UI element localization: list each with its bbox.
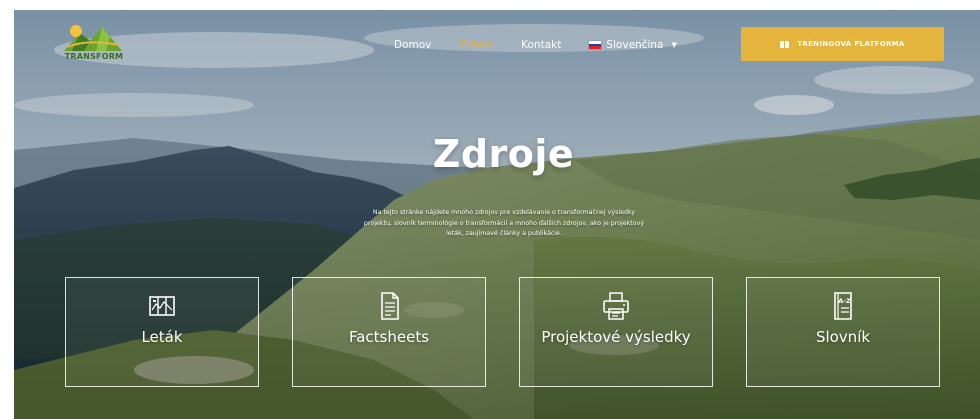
resource-card-projektove-vysledky[interactable]: Projektové výsledky bbox=[519, 277, 713, 387]
hero-description: Na tejto stránke nájdete mnoho zdrojov p… bbox=[363, 209, 645, 237]
nav-item-domov[interactable]: Domov bbox=[394, 39, 431, 51]
language-selector[interactable]: Slovenčina ▼ bbox=[589, 39, 677, 51]
brand-logo-text: TRANSFORM bbox=[64, 52, 124, 61]
printer-icon bbox=[603, 292, 629, 320]
training-platform-button[interactable]: TRÉNINGOVÁ PLATFORMA bbox=[741, 27, 944, 61]
resource-card-slovnik[interactable]: A-Z Slovník bbox=[746, 277, 940, 387]
language-label: Slovenčina bbox=[606, 39, 664, 51]
resource-card-factsheets[interactable]: Factsheets bbox=[292, 277, 486, 387]
training-platform-label: TRÉNINGOVÁ PLATFORMA bbox=[797, 40, 905, 48]
resource-card-label: Leták bbox=[141, 328, 183, 346]
brand-logo[interactable]: TRANSFORM bbox=[62, 23, 126, 65]
svg-text:A-Z: A-Z bbox=[838, 297, 851, 305]
main-navigation: Domov Zdroje Kontakt Slovenčina ▼ bbox=[394, 36, 677, 54]
resource-card-label: Factsheets bbox=[348, 328, 430, 346]
book-icon bbox=[780, 40, 790, 48]
map-icon bbox=[149, 296, 175, 316]
dictionary-icon: A-Z bbox=[834, 292, 852, 320]
page-frame: TRANSFORM Domov Zdroje Kontakt Slovenčin… bbox=[14, 10, 980, 419]
resource-card-label: Slovník bbox=[815, 328, 871, 346]
hero-section: TRANSFORM Domov Zdroje Kontakt Slovenčin… bbox=[14, 10, 980, 419]
resource-card-label: Projektové výsledky bbox=[541, 328, 691, 346]
mountain-logo-icon bbox=[64, 25, 122, 51]
resource-card-letak[interactable]: Leták bbox=[65, 277, 259, 387]
nav-item-zdroje[interactable]: Zdroje bbox=[459, 39, 493, 51]
document-icon bbox=[381, 292, 399, 320]
slovak-flag-icon bbox=[589, 41, 602, 49]
chevron-down-icon: ▼ bbox=[671, 41, 677, 49]
page-title: Zdroje bbox=[432, 132, 575, 176]
nav-item-kontakt[interactable]: Kontakt bbox=[521, 39, 561, 51]
